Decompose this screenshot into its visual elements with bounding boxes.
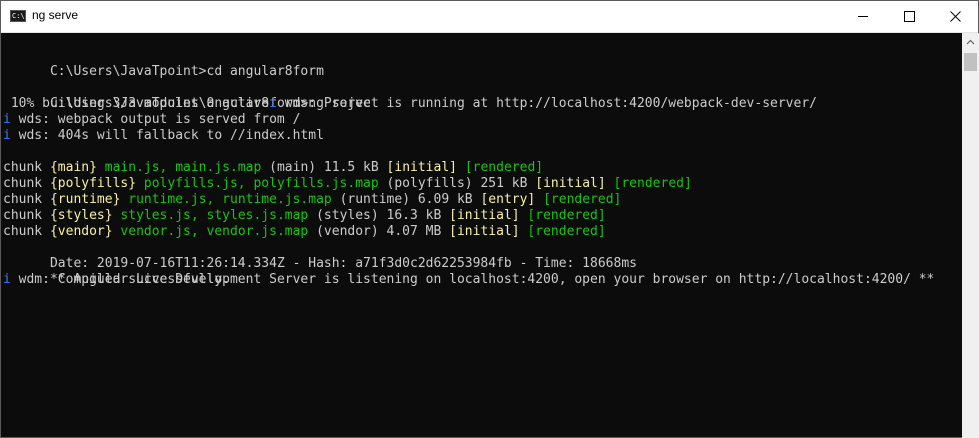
- chunk-prefix: chunk: [3, 224, 50, 239]
- maximize-button[interactable]: [886, 1, 932, 32]
- chunk-status: [rendered]: [519, 224, 606, 239]
- window-title: ng serve: [32, 8, 79, 22]
- chunk-files: vendor.js, vendor.js.map: [112, 224, 309, 239]
- info-marker: i: [3, 112, 11, 127]
- log-message: ⁨wds⁩: 404s will fallback to //index.htm…: [10, 128, 324, 143]
- chunk-name: {polyfills}: [49, 176, 137, 191]
- vertical-scrollbar[interactable]: [962, 33, 979, 438]
- chunk-line: chunk {main} main.js, main.js.map (main)…: [3, 160, 543, 176]
- chunk-files: polyfills.js, polyfills.js.map: [136, 176, 379, 191]
- console-line: i ⁨wds⁩: webpack output is served from /: [3, 112, 300, 128]
- console-icon: C:\: [10, 10, 26, 22]
- chunk-flag: [initial]: [386, 160, 457, 175]
- chunk-files: styles.js, styles.js.map: [112, 208, 309, 223]
- chunk-line: chunk {styles} styles.js, styles.js.map …: [3, 208, 606, 224]
- log-message: ⁨wdm⁩: Compiled successfully.: [10, 272, 230, 287]
- chunk-name: {styles}: [49, 208, 113, 223]
- chunk-flag: [entry]: [480, 192, 536, 207]
- scrollbar-thumb[interactable]: [964, 53, 977, 71]
- console-icon-glyph: C:\: [12, 12, 25, 20]
- chunk-line: chunk {runtime} runtime.js, runtime.js.m…: [3, 192, 621, 208]
- command-cd: C:\Users\JavaTpoint>cd angular8form: [49, 64, 324, 79]
- chunk-size: (main) 11.5 kB: [261, 160, 387, 175]
- console-line: ** Angular Live Development Server is li…: [3, 256, 934, 287]
- console-window: C:\ ng serve C:\Users\JavaTpoint>cd angu…: [0, 0, 979, 438]
- chunk-flag: [initial]: [535, 176, 606, 191]
- log-message: ⁨wds⁩: Project is running at http://loca…: [276, 96, 817, 111]
- chunk-files: main.js, main.js.map: [96, 160, 262, 175]
- chunk-status: [rendered]: [605, 176, 692, 191]
- title-bar[interactable]: C:\ ng serve: [1, 1, 978, 33]
- close-icon: [949, 11, 961, 22]
- chunk-prefix: chunk: [3, 208, 50, 223]
- chunk-prefix: chunk: [3, 192, 50, 207]
- info-marker: i: [269, 96, 277, 111]
- chunk-size: (runtime) 6.09 kB: [331, 192, 481, 207]
- console-line: Date: 2019-07-16T11:26:14.334Z - Hash: a…: [3, 240, 637, 271]
- minimize-button[interactable]: [840, 1, 886, 32]
- minimize-icon: [857, 16, 868, 17]
- chunk-prefix: chunk: [3, 160, 50, 175]
- console-line: C:\Users\JavaTpoint\angular8form>ng serv…: [3, 80, 371, 111]
- console-line: i ⁨wds⁩: 404s will fallback to //index.h…: [3, 128, 324, 144]
- chunk-size: (vendor) 4.07 MB: [308, 224, 450, 239]
- chunk-files: runtime.js, runtime.js.map: [120, 192, 332, 207]
- chunk-name: {runtime}: [49, 192, 121, 207]
- chunk-size: (polyfills) 251 kB: [378, 176, 536, 191]
- chevron-up-icon: [966, 39, 975, 44]
- console-line: C:\Users\JavaTpoint>cd angular8form: [3, 48, 324, 79]
- info-marker: i: [3, 128, 11, 143]
- chunk-flag: [initial]: [449, 208, 520, 223]
- chunk-status: [rendered]: [535, 192, 622, 207]
- chunk-flag: [initial]: [449, 224, 520, 239]
- console-output[interactable]: C:\Users\JavaTpoint>cd angular8form C:\U…: [2, 33, 962, 438]
- close-button[interactable]: [932, 1, 978, 32]
- log-message: ⁨wds⁩: webpack output is served from /: [10, 112, 301, 127]
- console-line: i ⁨wdm⁩: Compiled successfully.: [3, 272, 230, 288]
- chunk-line: chunk {polyfills} polyfills.js, polyfill…: [3, 176, 692, 192]
- chunk-name: {vendor}: [49, 224, 113, 239]
- info-marker: i: [3, 272, 11, 287]
- maximize-icon: [903, 11, 915, 22]
- chunk-status: [rendered]: [457, 160, 544, 175]
- console-line: 10% building 3/3 modules 0 activei ⁨wds⁩…: [3, 96, 817, 112]
- chunk-line: chunk {vendor} vendor.js, vendor.js.map …: [3, 224, 606, 240]
- chunk-size: (styles) 16.3 kB: [308, 208, 450, 223]
- chunk-name: {main}: [49, 160, 97, 175]
- chunk-prefix: chunk: [3, 176, 50, 191]
- build-progress: 10% building 3/3 modules 0 active: [3, 96, 270, 111]
- scroll-up-button[interactable]: [962, 33, 979, 50]
- chunk-status: [rendered]: [519, 208, 606, 223]
